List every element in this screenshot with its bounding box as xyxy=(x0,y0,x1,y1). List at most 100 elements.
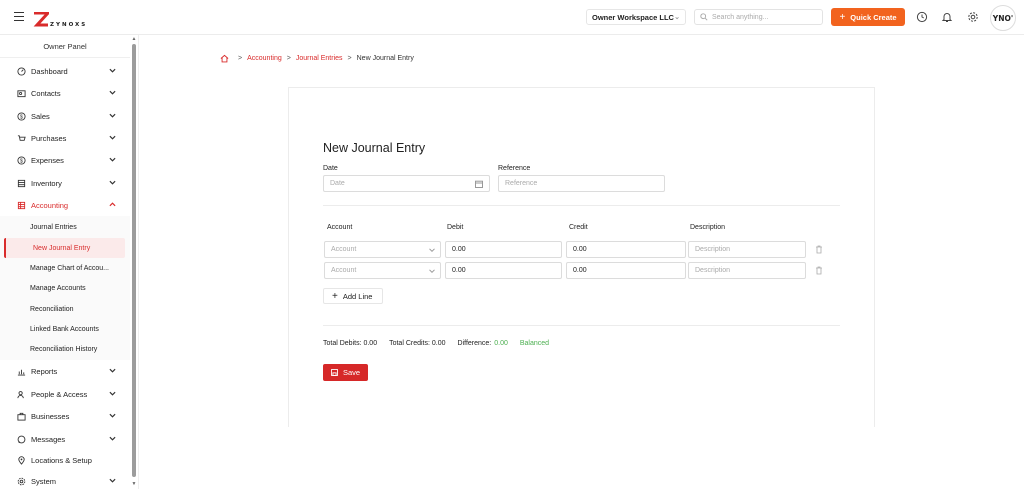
sidebar-item-label: People & Access xyxy=(31,389,88,399)
balanced-status: Balanced xyxy=(519,340,550,347)
people-icon xyxy=(17,390,24,398)
avatar[interactable]: YNO' xyxy=(990,5,1016,31)
save-label: Save xyxy=(342,368,361,377)
breadcrumb-separator: > xyxy=(238,55,243,62)
sidebar-subitem-manage-accounts[interactable]: Manage Accounts xyxy=(0,278,130,298)
reference-field[interactable]: Reference xyxy=(498,175,665,192)
sidebar-item-people-access[interactable]: People & Access xyxy=(0,384,130,404)
quick-create-label: Quick Create xyxy=(850,12,897,22)
breadcrumb-current: New Journal Entry xyxy=(356,55,414,62)
description-placeholder: Description xyxy=(695,246,731,253)
chevron-down-icon xyxy=(109,157,116,162)
search-placeholder: Search anything... xyxy=(712,13,769,21)
sidebar-item-dashboard[interactable]: Dashboard xyxy=(0,61,130,81)
column-header-account: Account xyxy=(327,224,353,231)
sidebar-subitem-new-journal-entry[interactable]: New Journal Entry xyxy=(4,238,125,258)
scroll-up-arrow[interactable]: ▲ xyxy=(131,36,137,42)
reports-icon xyxy=(17,369,26,376)
breadcrumb-separator: > xyxy=(286,55,291,62)
cart-icon xyxy=(17,134,26,141)
expenses-icon: $ xyxy=(17,155,26,165)
sidebar-item-expenses[interactable]: $ Expenses xyxy=(0,150,130,170)
chevron-down-icon: ⌄ xyxy=(674,14,680,21)
save-icon xyxy=(331,369,338,376)
logo-text: ZYNOXS xyxy=(50,22,88,28)
sidebar-item-locations-setup[interactable]: Locations & Setup xyxy=(0,450,130,470)
chevron-down-icon xyxy=(109,368,116,373)
breadcrumb-accounting[interactable]: Accounting xyxy=(247,55,282,62)
quick-create-button[interactable]: + Quick Create xyxy=(831,8,905,26)
credit-input[interactable]: 0.00 xyxy=(566,241,686,258)
chevron-down-icon xyxy=(109,135,116,140)
bell-icon[interactable] xyxy=(941,11,953,23)
date-label: Date xyxy=(323,165,338,172)
chevron-down-icon xyxy=(109,478,116,483)
home-icon[interactable] xyxy=(220,54,229,63)
total-credits: Total Credits: 0.00 xyxy=(389,340,446,347)
add-line-button[interactable]: + Add Line xyxy=(323,288,383,304)
workspace-selector[interactable]: Owner Workspace LLC ⌄ xyxy=(586,9,686,25)
gear-icon[interactable] xyxy=(967,11,979,23)
description-input[interactable]: Description xyxy=(688,241,806,258)
breadcrumb-journal-entries[interactable]: Journal Entries xyxy=(296,55,343,62)
search-input[interactable]: Search anything... xyxy=(694,9,823,25)
sidebar-item-businesses[interactable]: Businesses xyxy=(0,406,130,426)
reference-placeholder: Reference xyxy=(505,180,538,187)
sidebar-item-label: Contacts xyxy=(31,88,61,98)
account-select[interactable]: Account xyxy=(324,241,441,258)
sidebar-item-messages[interactable]: Messages xyxy=(0,429,130,449)
debit-input[interactable]: 0.00 xyxy=(445,262,562,279)
description-input[interactable]: Description xyxy=(688,262,806,279)
calendar-icon[interactable] xyxy=(475,180,483,188)
trash-icon[interactable] xyxy=(815,245,823,254)
debit-input[interactable]: 0.00 xyxy=(445,241,562,258)
trash-icon[interactable] xyxy=(815,266,823,275)
logo[interactable]: ZYNOXS xyxy=(33,8,87,28)
sidebar: Owner Panel Dashboard Contacts $ Sales P… xyxy=(0,35,139,489)
difference-value: 0.00 xyxy=(494,340,508,347)
account-placeholder: Account xyxy=(331,246,357,253)
sidebar-subitem-reconciliation[interactable]: Reconciliation xyxy=(0,299,130,319)
sidebar-item-inventory[interactable]: Inventory xyxy=(0,173,130,193)
sidebar-item-purchases[interactable]: Purchases xyxy=(0,128,130,148)
sidebar-subitem-reconciliation-history[interactable]: Reconciliation History xyxy=(0,339,130,359)
save-button[interactable]: Save xyxy=(323,364,368,381)
sidebar-item-sales[interactable]: $ Sales xyxy=(0,106,130,126)
inventory-icon xyxy=(17,179,26,187)
sidebar-item-contacts[interactable]: Contacts xyxy=(0,83,130,103)
sidebar-scrollbar[interactable] xyxy=(132,44,136,477)
sidebar-subitem-chart-of-accounts[interactable]: Manage Chart of Accou... xyxy=(0,258,130,278)
sidebar-item-label: Locations & Setup xyxy=(31,455,92,465)
date-field[interactable]: Date xyxy=(323,175,490,192)
page-title: New Journal Entry xyxy=(323,141,426,155)
chevron-up-icon xyxy=(109,202,116,207)
svg-text:$: $ xyxy=(20,114,23,120)
chevron-down-icon xyxy=(109,180,116,185)
sidebar-item-label: Accounting xyxy=(31,200,69,210)
account-select[interactable]: Account xyxy=(324,262,441,279)
sidebar-item-reports[interactable]: Reports xyxy=(0,361,130,381)
search-icon xyxy=(700,13,708,21)
sidebar-subitem-journal-entries[interactable]: Journal Entries xyxy=(0,217,130,237)
sales-icon: $ xyxy=(17,111,26,121)
chevron-down-icon xyxy=(429,269,435,274)
menu-icon[interactable] xyxy=(14,12,24,21)
breadcrumb: > Accounting > Journal Entries > New Jou… xyxy=(220,54,414,63)
chevron-down-icon xyxy=(109,436,116,441)
add-line-label: Add Line xyxy=(342,291,373,301)
chevron-down-icon xyxy=(109,113,116,118)
logo-mark-icon xyxy=(33,12,49,27)
top-bar: ZYNOXS Owner Workspace LLC ⌄ Search anyt… xyxy=(0,0,1024,35)
sidebar-subitem-linked-bank-accounts[interactable]: Linked Bank Accounts xyxy=(0,319,130,339)
svg-text:$: $ xyxy=(20,158,23,164)
sidebar-item-system[interactable]: System xyxy=(0,471,130,489)
sidebar-item-label: Businesses xyxy=(31,411,70,421)
scroll-down-arrow[interactable]: ▼ xyxy=(131,481,137,487)
credit-input[interactable]: 0.00 xyxy=(566,262,686,279)
divider xyxy=(323,205,840,206)
business-icon xyxy=(17,412,26,421)
clock-icon[interactable] xyxy=(916,11,928,23)
sidebar-item-accounting[interactable]: Accounting xyxy=(0,195,130,215)
totals-row: Total Debits: 0.00 Total Credits: 0.00 D… xyxy=(323,340,561,347)
location-icon xyxy=(18,455,25,465)
